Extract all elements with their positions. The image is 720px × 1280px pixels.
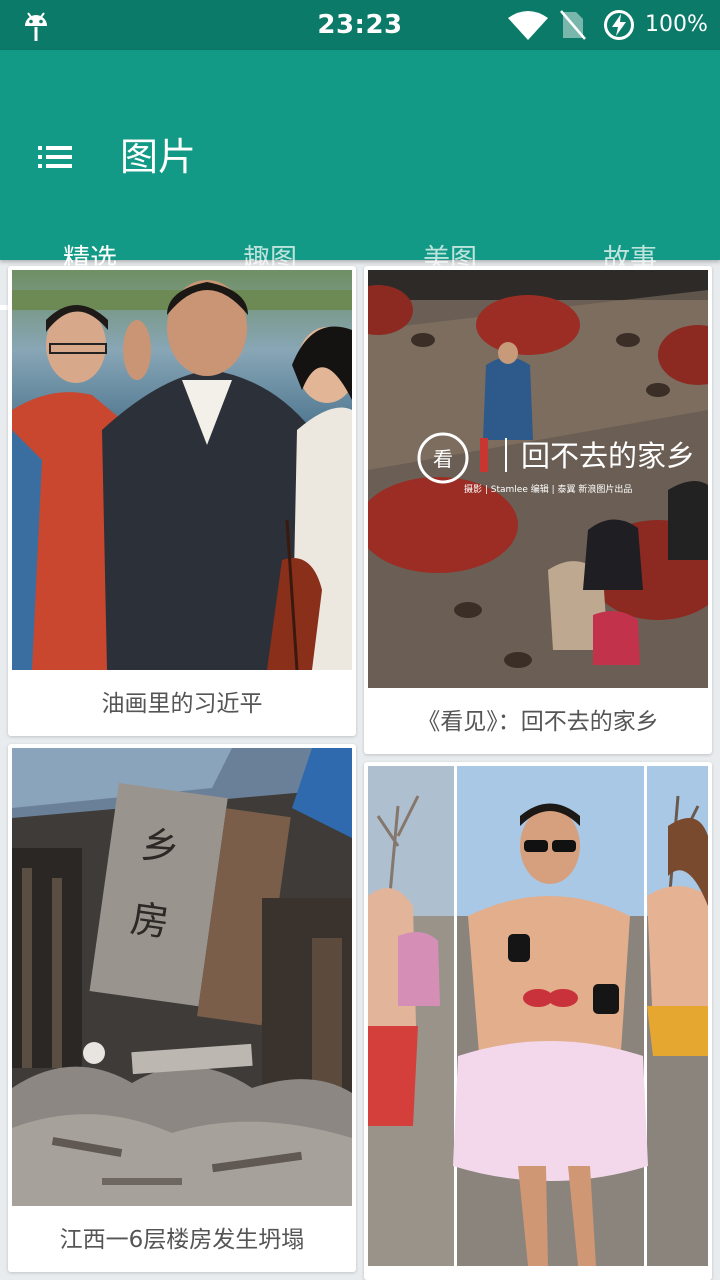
no-sim-icon bbox=[560, 10, 586, 40]
card-caption: 江西一6层楼房发生坍塌 bbox=[59, 1227, 305, 1253]
logo-mark: 看 bbox=[433, 447, 453, 471]
page-title: 图片 bbox=[120, 135, 197, 179]
app-bar: 图片 精选 趣图 美图 故事 bbox=[0, 50, 720, 310]
runners-photo bbox=[368, 766, 708, 1266]
painting-photo bbox=[12, 270, 352, 670]
photo-card-runners[interactable] bbox=[364, 762, 712, 1280]
wifi-icon bbox=[507, 10, 549, 40]
card-caption: 《看见》：回不去的家乡 bbox=[417, 709, 659, 735]
overlay-title: 回不去的家乡 bbox=[521, 439, 695, 473]
battery-percent: 100% bbox=[645, 12, 708, 37]
sign-char-1: 乡 bbox=[138, 822, 182, 871]
battery-charging-icon bbox=[603, 9, 635, 41]
list-menu-icon[interactable] bbox=[36, 142, 76, 172]
photo-card-hometown[interactable]: 看 回不去的家乡 摄影 | Stamlee 编辑 | 泰翼 新浪图片出品 《看见… bbox=[364, 266, 712, 754]
photo-card-painting[interactable]: 油画里的习近平 bbox=[8, 266, 356, 736]
card-caption: 油画里的习近平 bbox=[101, 691, 263, 717]
overlay-credits: 摄影 | Stamlee 编辑 | 泰翼 新浪图片出品 bbox=[464, 483, 632, 495]
hometown-photo: 看 回不去的家乡 摄影 | Stamlee 编辑 | 泰翼 新浪图片出品 bbox=[368, 270, 708, 688]
collapse-photo: 乡 房 bbox=[12, 748, 352, 1206]
sign-char-2: 房 bbox=[128, 896, 172, 945]
photo-card-collapse[interactable]: 乡 房 江西一6层楼房发生坍塌 bbox=[8, 744, 356, 1272]
status-bar: 23:23 100% bbox=[0, 0, 720, 50]
